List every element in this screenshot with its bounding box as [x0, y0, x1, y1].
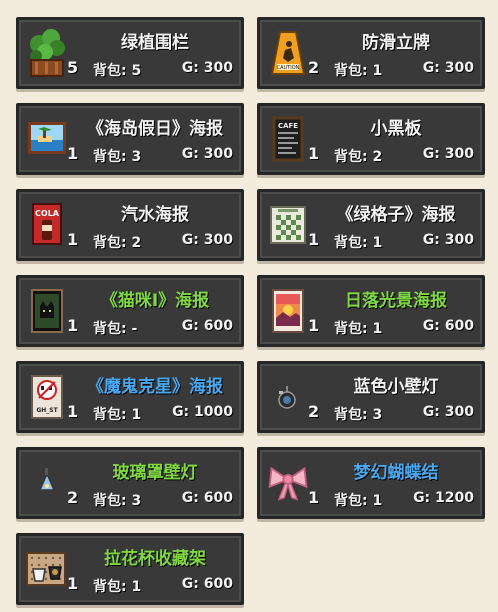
gold-price: G: 1200: [413, 490, 474, 506]
gold-price: G: 600: [181, 576, 233, 592]
gold-price: G: 1000: [172, 404, 233, 420]
item-name: 梦幻蝴蝶结: [353, 463, 439, 483]
gold-price: G: 300: [422, 60, 474, 76]
gold-price: G: 300: [181, 60, 233, 76]
gold-price: G: 300: [422, 146, 474, 162]
gold-price: G: 600: [181, 318, 233, 334]
item-name: 《魔鬼克星》海报: [87, 377, 223, 397]
gold-price: G: 300: [181, 232, 233, 248]
item-count: 1: [67, 144, 79, 163]
item-card[interactable]: 1 《猫咪I》海报 背包: - G: 600: [16, 275, 244, 347]
item-card[interactable]: GH_ST 1 《魔鬼克星》海报 背包: 1 G: 1000: [16, 361, 244, 433]
item-count: 1: [308, 488, 320, 507]
item-count: 1: [308, 230, 320, 249]
sunset-poster-icon: [266, 285, 310, 337]
bag-count: 背包: 2: [93, 235, 142, 251]
glass-wall-lamp-icon: [25, 457, 69, 509]
cat-poster-icon: [25, 285, 69, 337]
item-name: 日落光景海报: [345, 291, 447, 311]
checker-poster-icon: [266, 199, 310, 251]
bag-count: 背包: 5: [93, 63, 142, 79]
item-card[interactable]: 1 日落光景海报 背包: 1 G: 600: [257, 275, 485, 347]
item-card[interactable]: 1 《海岛假日》海报 背包: 3 G: 300: [16, 103, 244, 175]
caution-sign-icon: CAUTION: [266, 27, 310, 79]
item-name: 《海岛假日》海报: [87, 119, 223, 139]
gold-price: G: 600: [422, 318, 474, 334]
item-name: 《猫咪I》海报: [100, 291, 210, 311]
item-count: 1: [67, 230, 79, 249]
item-card[interactable]: 5 绿植围栏 背包: 5 G: 300: [16, 17, 244, 89]
item-card[interactable]: COLA 1 汽水海报 背包: 2 G: 300: [16, 189, 244, 261]
latte-cup-rack-icon: [25, 543, 69, 595]
item-count: 1: [67, 316, 79, 335]
item-count: 2: [308, 58, 320, 77]
bag-count: 背包: -: [93, 321, 138, 337]
cola-poster-icon: COLA: [25, 199, 69, 251]
bag-count: 背包: 1: [334, 321, 383, 337]
bag-count: 背包: 1: [334, 63, 383, 79]
item-count: 1: [308, 316, 320, 335]
bag-count: 背包: 3: [93, 149, 142, 165]
item-name: 蓝色小壁灯: [353, 377, 439, 397]
svg-text:COLA: COLA: [35, 209, 60, 218]
bag-count: 背包: 1: [93, 407, 142, 423]
bag-count: 背包: 3: [334, 407, 383, 423]
planter-fence-icon: [25, 27, 69, 79]
gold-price: G: 600: [181, 490, 233, 506]
item-card[interactable]: 2 蓝色小壁灯 背包: 3 G: 300: [257, 361, 485, 433]
item-count: 1: [67, 402, 79, 421]
item-count: 1: [308, 144, 320, 163]
item-name: 《绿格子》海报: [336, 205, 456, 225]
item-card[interactable]: 1 《绿格子》海报 背包: 1 G: 300: [257, 189, 485, 261]
bag-count: 背包: 3: [93, 493, 142, 509]
bag-count: 背包: 1: [93, 579, 142, 595]
item-name: 拉花杯收藏架: [104, 549, 206, 569]
island-poster-icon: [25, 113, 69, 165]
bag-count: 背包: 1: [334, 493, 383, 509]
svg-text:CAFE: CAFE: [278, 122, 298, 130]
item-count: 5: [67, 58, 79, 77]
ghost-poster-icon: GH_ST: [25, 371, 69, 423]
gold-price: G: 300: [181, 146, 233, 162]
item-name: 绿植围栏: [121, 33, 189, 53]
item-name: 汽水海报: [121, 205, 189, 225]
item-card[interactable]: CAFE 1 小黑板 背包: 2 G: 300: [257, 103, 485, 175]
bag-count: 背包: 1: [334, 235, 383, 251]
item-count: 2: [308, 402, 320, 421]
item-count: 2: [67, 488, 79, 507]
svg-text:CAUTION: CAUTION: [277, 65, 300, 71]
cafe-chalkboard-icon: CAFE: [266, 113, 310, 165]
bag-count: 背包: 2: [334, 149, 383, 165]
item-name: 小黑板: [370, 119, 422, 139]
item-card[interactable]: 1 梦幻蝴蝶结 背包: 1 G: 1200: [257, 447, 485, 519]
gold-price: G: 300: [422, 232, 474, 248]
blue-wall-lamp-icon: [266, 371, 310, 423]
item-card[interactable]: 2 玻璃罩壁灯 背包: 3 G: 600: [16, 447, 244, 519]
item-card[interactable]: 1 拉花杯收藏架 背包: 1 G: 600: [16, 533, 244, 605]
item-card[interactable]: CAUTION 2 防滑立牌 背包: 1 G: 300: [257, 17, 485, 89]
pink-bow-icon: [266, 457, 310, 509]
item-count: 1: [67, 574, 79, 593]
svg-text:GH_ST: GH_ST: [36, 407, 58, 414]
item-name: 玻璃罩壁灯: [112, 463, 198, 483]
gold-price: G: 300: [422, 404, 474, 420]
item-name: 防滑立牌: [362, 33, 430, 53]
